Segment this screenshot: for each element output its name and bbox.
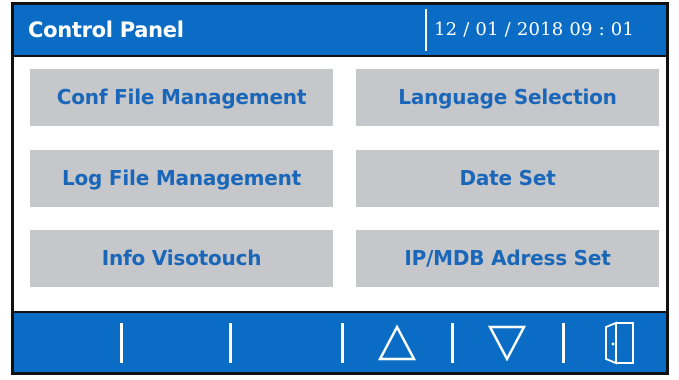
ip-mdb-address-set-button[interactable]: IP/MDB Adress Set	[356, 230, 659, 287]
title-bar-divider	[425, 9, 427, 51]
conf-file-management-button[interactable]: Conf File Management	[30, 69, 333, 126]
scroll-up-button[interactable]	[344, 313, 451, 372]
title-bar: Control Panel 12 / 01 / 2018 09 : 01	[14, 5, 666, 57]
footer-key-3[interactable]	[232, 313, 339, 372]
date-set-button[interactable]: Date Set	[356, 150, 659, 207]
up-triangle-icon	[377, 324, 417, 361]
language-selection-button[interactable]: Language Selection	[356, 69, 659, 126]
footer-key-2[interactable]	[123, 313, 228, 372]
control-panel-screen: Control Panel 12 / 01 / 2018 09 : 01 Con…	[11, 2, 669, 375]
page-title: Control Panel	[28, 18, 184, 42]
exit-button[interactable]	[565, 313, 666, 372]
footer-key-1[interactable]	[14, 313, 120, 372]
footer-toolbar	[14, 311, 666, 372]
date-time-display: 12 / 01 / 2018 09 : 01	[434, 19, 635, 40]
log-file-management-button[interactable]: Log File Management	[30, 150, 333, 207]
scroll-down-button[interactable]	[454, 313, 561, 372]
info-visotouch-button[interactable]: Info Visotouch	[30, 230, 333, 287]
door-exit-icon	[605, 321, 634, 365]
down-triangle-icon	[487, 325, 527, 362]
